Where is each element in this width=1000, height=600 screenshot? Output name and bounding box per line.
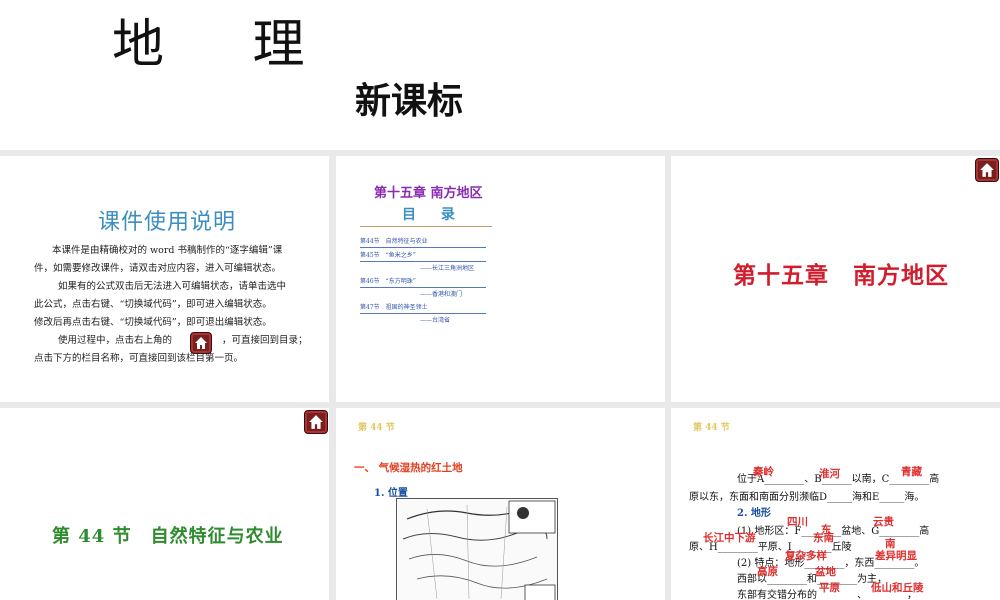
usage-line: 本课件是由精确校对的 word 书稿制作的“逐字编辑”课 [52,245,283,256]
usage-line: 件，如需要修改课件，请双击对应内容，进入可编辑状态。 [34,263,282,274]
slide-answers[interactable]: 第 44 节 位于A________、B______以南，C________高 … [671,408,1000,600]
toc-item-47-sub[interactable]: ——台湾省 [420,315,450,324]
slide-chapter[interactable]: 第十五章 南方地区 [671,156,1000,402]
answer-text: 差异明显 [875,550,917,562]
answer-text: 低山和丘陵 [871,582,924,594]
region-map [396,498,558,600]
content-heading: 一、 气候湿热的红土地 [354,462,463,474]
toc-item-45[interactable]: 第45节 “鱼米之乡” [360,250,416,259]
toc-title: 目 录 [402,207,465,223]
usage-line: 如果有的公式双击后无法进入可编辑状态，请单击选中 [58,281,287,292]
usage-line: ，可直接回到目录； [222,335,308,346]
answer-text: 高原 [757,566,778,578]
answer-text: 秦岭 [753,466,774,478]
answer-subheading: 2. 地形 [737,508,771,519]
slide-content[interactable]: 第 44 节 一、 气候湿热的红土地 1. 位置 [336,408,665,600]
content-subheading: 1. 位置 [374,488,408,499]
home-icon[interactable] [304,410,328,434]
answer-text: 长江中下游 [703,532,756,544]
usage-title: 课件使用说明 [98,210,237,235]
usage-line: 点击下方的栏目名称，可直接回到该栏目第一页。 [34,353,244,364]
chapter-title: 第十五章 南方地区 [374,186,483,201]
slide-toc[interactable]: 第十五章 南方地区 目 录 第44节 自然特征与农业 第45节 “鱼米之乡” —… [336,156,665,402]
toc-underline [360,313,486,314]
edition-title: 新课标 [355,81,464,122]
answer-line: 原以东，东面和南面分别濒临D_____海和E_____海。 [689,492,925,503]
answer-text: 云贵 [873,516,894,528]
toc-divider [360,226,492,227]
answer-text: 四川 [787,516,808,528]
toc-item-44[interactable]: 第44节 自然特征与农业 [360,236,428,245]
toc-underline [360,287,486,288]
usage-line: 修改后再点击右键、“切换域代码”，即可退出编辑状态。 [34,317,272,328]
answer-text: 盆地 [815,566,836,578]
subject-title: 地 理 [112,15,341,75]
toc-item-45-sub[interactable]: ——长江三角洲地区 [420,263,474,272]
answer-text: 青藏 [901,466,922,478]
toc-underline [360,261,486,262]
toc-item-47[interactable]: 第47节 祖国的神圣领土 [360,302,428,311]
toc-item-46-sub[interactable]: ——香港和澳门 [420,289,462,298]
toc-underline [360,247,486,248]
usage-line: 使用过程中，点击右上角的 [58,335,173,346]
chapter-heading: 第十五章 南方地区 [733,263,949,289]
slide-usage[interactable]: 课件使用说明 本课件是由精确校对的 word 书稿制作的“逐字编辑”课 件，如需… [0,156,329,402]
answer-text: 淮河 [819,468,840,480]
section-heading: 第 44 节 自然特征与农业 [52,526,284,547]
toc-item-46[interactable]: 第46节 “东方明珠” [360,276,416,285]
section-tag: 第 44 节 [693,423,730,433]
answer-text: 东南 [813,532,834,544]
home-icon[interactable] [975,158,999,182]
section-tag: 第 44 节 [358,423,395,433]
usage-line: 此公式，点击右键、“切换域代码”，即可进入编辑状态。 [34,299,272,310]
answer-text: 平原 [819,582,840,594]
answer-text: 复杂多样 [785,550,827,562]
slide-section[interactable]: 第 44 节 自然特征与农业 [0,408,329,600]
